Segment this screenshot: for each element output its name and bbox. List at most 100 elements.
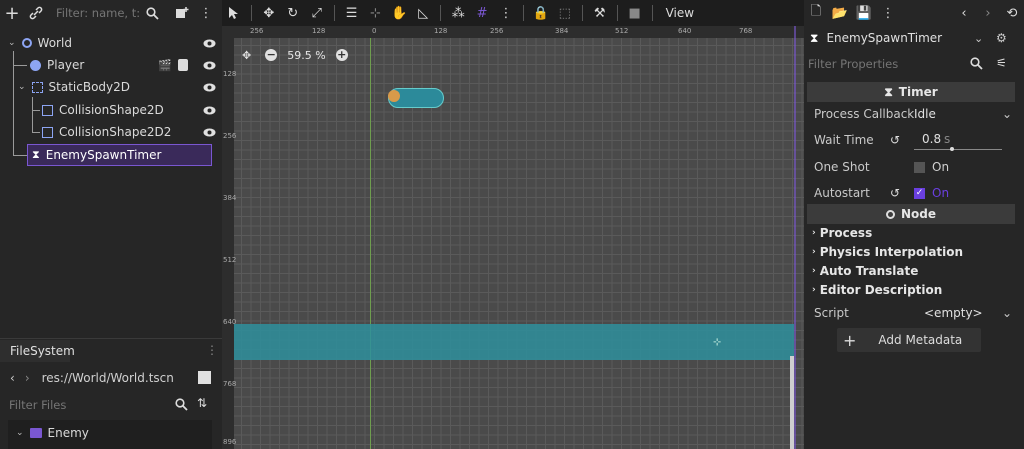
- section-node[interactable]: Node: [807, 204, 1015, 224]
- collapse-arrow-icon[interactable]: ⌄: [18, 82, 26, 92]
- center-view-icon[interactable]: ✥: [242, 49, 251, 62]
- ruler-label: 768: [739, 27, 753, 35]
- smart-snap-icon[interactable]: ⁂: [446, 1, 470, 25]
- timer-icon: ⧗: [810, 30, 819, 45]
- skeleton-icon[interactable]: ⚒: [588, 1, 612, 25]
- grid: [222, 26, 804, 449]
- sort-icon[interactable]: ⇅: [197, 396, 207, 410]
- property-autostart: Autostart ↺ ✓ On: [804, 180, 1024, 206]
- move-mode-icon[interactable]: ✥: [257, 1, 281, 25]
- more-options-icon[interactable]: ⋮: [876, 1, 900, 25]
- grid-snap-icon[interactable]: #: [470, 1, 494, 25]
- group-editor-description[interactable]: › Editor Description: [812, 280, 942, 299]
- more-options-icon[interactable]: ⋮: [494, 1, 518, 25]
- chevron-right-icon: ›: [812, 227, 816, 238]
- view-menu[interactable]: View: [658, 6, 702, 20]
- forward-arrow-icon[interactable]: ›: [25, 371, 30, 385]
- revert-icon[interactable]: ↺: [890, 133, 900, 147]
- dock-divider[interactable]: [0, 338, 222, 339]
- search-icon[interactable]: [175, 398, 188, 414]
- search-icon[interactable]: [970, 57, 983, 73]
- tree-node-collisionshape2d[interactable]: CollisionShape2D: [0, 99, 222, 121]
- ruler-mode-icon[interactable]: ◺: [411, 1, 435, 25]
- visibility-icon[interactable]: [202, 99, 216, 121]
- section-title: Node: [900, 207, 936, 221]
- node-help-icon[interactable]: ⚙: [996, 31, 1007, 45]
- zoom-in-icon[interactable]: +: [335, 49, 348, 61]
- new-resource-icon[interactable]: 🗋: [804, 1, 828, 25]
- script-resource-picker[interactable]: <empty> ⌄: [924, 306, 1012, 320]
- process-callback-select[interactable]: Idle ⌄: [914, 107, 1012, 121]
- floor-collision-shape[interactable]: [234, 324, 794, 360]
- add-node-icon[interactable]: +: [0, 1, 24, 25]
- visibility-icon[interactable]: [202, 54, 216, 76]
- group-auto-translate[interactable]: › Auto Translate: [812, 261, 918, 280]
- canvas-viewport[interactable]: 256 128 0 128 256 384 512 640 768 128 25…: [222, 26, 804, 449]
- tree-node-world[interactable]: ⌄ World: [0, 32, 222, 54]
- one-shot-checkbox[interactable]: [914, 161, 925, 173]
- open-scene-icon[interactable]: 🎬: [158, 59, 172, 72]
- node2d-icon: [21, 38, 32, 48]
- wait-time-spinbox[interactable]: 0.8 s: [914, 130, 1002, 151]
- group-physics-interpolation[interactable]: › Physics Interpolation: [812, 242, 963, 261]
- save-icon[interactable]: 💾: [852, 1, 876, 25]
- collapse-arrow-icon[interactable]: ⌄: [16, 428, 24, 438]
- tree-line: [13, 155, 27, 156]
- filesystem-path[interactable]: res://World/World.tscn: [42, 371, 174, 385]
- revert-icon[interactable]: ↺: [890, 186, 900, 200]
- collapse-arrow-icon[interactable]: ⌄: [8, 38, 16, 48]
- tree-node-player[interactable]: Player 🎬: [0, 54, 222, 76]
- visibility-icon[interactable]: [202, 76, 216, 98]
- zoom-out-icon[interactable]: −: [265, 49, 278, 61]
- add-metadata-button[interactable]: + Add Metadata: [837, 328, 981, 352]
- property-one-shot: One Shot On: [804, 154, 1024, 180]
- history-icon[interactable]: ⟲: [1000, 1, 1024, 25]
- split-mode-icon[interactable]: [198, 371, 211, 384]
- camera-icon[interactable]: ■: [623, 1, 647, 25]
- tree-node-label: World: [37, 36, 72, 50]
- tree-node-collisionshape2d2[interactable]: CollisionShape2D2: [0, 121, 222, 143]
- property-filter-input[interactable]: [808, 57, 958, 71]
- open-folder-icon[interactable]: 📂: [828, 1, 852, 25]
- group-label: Physics Interpolation: [819, 244, 964, 259]
- pivot-mode-icon[interactable]: ⊹: [364, 1, 388, 25]
- pivot-icon[interactable]: ⊹: [713, 337, 721, 348]
- slider-grabber[interactable]: [950, 147, 954, 151]
- rotate-mode-icon[interactable]: ↻: [281, 1, 305, 25]
- add-icon: +: [843, 330, 857, 350]
- back-arrow-icon[interactable]: ‹: [10, 371, 15, 385]
- select-mode-icon[interactable]: [222, 1, 246, 25]
- tree-node-enemyspawntimer[interactable]: ⧗ EnemySpawnTimer: [27, 144, 212, 166]
- link-icon[interactable]: [24, 1, 48, 25]
- pan-mode-icon[interactable]: ✋: [387, 1, 411, 25]
- list-select-icon[interactable]: ☰: [340, 1, 364, 25]
- section-timer[interactable]: ⧗ Timer: [807, 82, 1015, 102]
- filesystem-item-enemy[interactable]: ⌄ Enemy: [8, 422, 212, 444]
- visibility-icon[interactable]: [202, 32, 216, 54]
- filesystem-tab[interactable]: FileSystem: [0, 340, 75, 362]
- more-options-icon[interactable]: ⋮: [194, 1, 218, 25]
- autostart-checkbox[interactable]: ✓: [914, 187, 925, 199]
- tree-node-staticbody2d[interactable]: ⌄ StaticBody2D: [0, 76, 222, 98]
- zoom-level[interactable]: 59.5 %: [287, 49, 325, 62]
- visibility-icon[interactable]: [202, 121, 216, 143]
- more-options-icon[interactable]: ⋮: [206, 343, 218, 357]
- toolbar-separator: [333, 5, 335, 21]
- toolbar-separator: [522, 5, 524, 21]
- group-icon[interactable]: ⬚: [553, 1, 577, 25]
- chevron-down-icon[interactable]: ⌄: [974, 32, 983, 45]
- filesystem-filter-input[interactable]: [9, 398, 159, 412]
- scene-filter-input[interactable]: [56, 6, 140, 20]
- inspector-node-row[interactable]: ⧗ EnemySpawnTimer ⌄ ⚙: [804, 26, 1024, 50]
- property-options-icon[interactable]: ⚟: [996, 56, 1007, 70]
- search-icon[interactable]: [140, 1, 164, 25]
- lock-icon[interactable]: 🔒: [529, 1, 553, 25]
- script-icon[interactable]: [178, 59, 188, 71]
- group-process[interactable]: › Process: [812, 223, 872, 242]
- property-process-callback: Process Callback Idle ⌄: [804, 101, 1024, 127]
- instance-scene-icon[interactable]: [170, 1, 194, 25]
- history-forward-icon[interactable]: ›: [976, 1, 1000, 25]
- history-back-icon[interactable]: ‹: [952, 1, 976, 25]
- inspector-toolbar: 🗋 📂 💾 ⋮ ‹ › ⟲: [804, 0, 1024, 26]
- scale-mode-icon[interactable]: ⤢: [305, 1, 329, 25]
